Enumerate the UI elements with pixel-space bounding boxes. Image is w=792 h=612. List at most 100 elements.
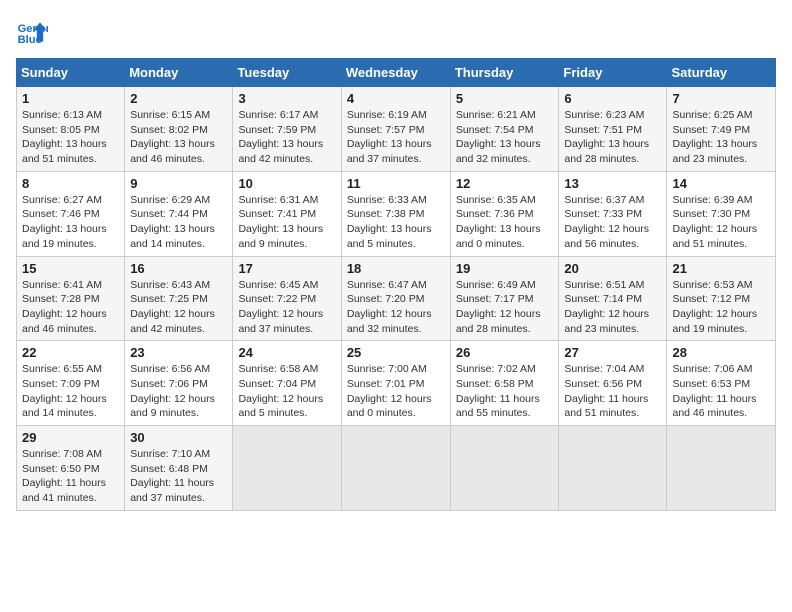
day-number: 9 — [130, 176, 227, 191]
day-info: Sunrise: 6:19 AM Sunset: 7:57 PM Dayligh… — [347, 108, 445, 167]
calendar-cell: 24 Sunrise: 6:58 AM Sunset: 7:04 PM Dayli… — [233, 341, 341, 426]
day-number: 29 — [22, 430, 119, 445]
day-number: 2 — [130, 91, 227, 106]
day-info: Sunrise: 6:49 AM Sunset: 7:17 PM Dayligh… — [456, 278, 554, 337]
day-info: Sunrise: 6:55 AM Sunset: 7:09 PM Dayligh… — [22, 362, 119, 421]
calendar-table: SundayMondayTuesdayWednesdayThursdayFrid… — [16, 58, 776, 511]
calendar-cell: 10 Sunrise: 6:31 AM Sunset: 7:41 PM Dayli… — [233, 171, 341, 256]
calendar-cell: 15 Sunrise: 6:41 AM Sunset: 7:28 PM Dayli… — [17, 256, 125, 341]
calendar-cell: 13 Sunrise: 6:37 AM Sunset: 7:33 PM Dayli… — [559, 171, 667, 256]
calendar-cell: 6 Sunrise: 6:23 AM Sunset: 7:51 PM Daylig… — [559, 87, 667, 172]
day-number: 3 — [238, 91, 335, 106]
day-number: 10 — [238, 176, 335, 191]
day-info: Sunrise: 7:10 AM Sunset: 6:48 PM Dayligh… — [130, 447, 227, 506]
calendar-cell: 5 Sunrise: 6:21 AM Sunset: 7:54 PM Daylig… — [450, 87, 559, 172]
weekday-thursday: Thursday — [450, 59, 559, 87]
week-row-5: 29Sunrise: 7:08 AM Sunset: 6:50 PM Dayli… — [17, 426, 776, 511]
week-row-3: 15 Sunrise: 6:41 AM Sunset: 7:28 PM Dayli… — [17, 256, 776, 341]
calendar-cell: 3 Sunrise: 6:17 AM Sunset: 7:59 PM Daylig… — [233, 87, 341, 172]
calendar-cell — [559, 426, 667, 511]
calendar-cell: 30 Sunrise: 7:10 AM Sunset: 6:48 PM Dayli… — [125, 426, 233, 511]
day-info: Sunrise: 6:56 AM Sunset: 7:06 PM Dayligh… — [130, 362, 227, 421]
calendar-cell: 4Sunrise: 6:19 AM Sunset: 7:57 PM Daylig… — [341, 87, 450, 172]
calendar-cell: 20 Sunrise: 6:51 AM Sunset: 7:14 PM Dayli… — [559, 256, 667, 341]
day-info: Sunrise: 6:53 AM Sunset: 7:12 PM Dayligh… — [672, 278, 770, 337]
calendar-container: General Blue SundayMondayTuesdayWednesda… — [0, 0, 792, 519]
calendar-cell: 9Sunrise: 6:29 AM Sunset: 7:44 PM Daylig… — [125, 171, 233, 256]
day-number: 6 — [564, 91, 661, 106]
calendar-cell — [341, 426, 450, 511]
day-number: 15 — [22, 261, 119, 276]
calendar-cell: 21Sunrise: 6:53 AM Sunset: 7:12 PM Dayli… — [667, 256, 776, 341]
day-info: Sunrise: 6:23 AM Sunset: 7:51 PM Dayligh… — [564, 108, 661, 167]
day-info: Sunrise: 6:45 AM Sunset: 7:22 PM Dayligh… — [238, 278, 335, 337]
calendar-cell: 22 Sunrise: 6:55 AM Sunset: 7:09 PM Dayli… — [17, 341, 125, 426]
day-info: Sunrise: 6:47 AM Sunset: 7:20 PM Dayligh… — [347, 278, 445, 337]
day-info: Sunrise: 6:31 AM Sunset: 7:41 PM Dayligh… — [238, 193, 335, 252]
calendar-cell — [233, 426, 341, 511]
day-number: 24 — [238, 345, 335, 360]
day-info: Sunrise: 6:58 AM Sunset: 7:04 PM Dayligh… — [238, 362, 335, 421]
day-number: 20 — [564, 261, 661, 276]
day-info: Sunrise: 6:27 AM Sunset: 7:46 PM Dayligh… — [22, 193, 119, 252]
weekday-tuesday: Tuesday — [233, 59, 341, 87]
day-number: 23 — [130, 345, 227, 360]
calendar-cell: 12Sunrise: 6:35 AM Sunset: 7:36 PM Dayli… — [450, 171, 559, 256]
day-info: Sunrise: 6:51 AM Sunset: 7:14 PM Dayligh… — [564, 278, 661, 337]
day-number: 17 — [238, 261, 335, 276]
calendar-cell: 27Sunrise: 7:04 AM Sunset: 6:56 PM Dayli… — [559, 341, 667, 426]
weekday-friday: Friday — [559, 59, 667, 87]
calendar-cell: 25 Sunrise: 7:00 AM Sunset: 7:01 PM Dayli… — [341, 341, 450, 426]
calendar-cell: 18 Sunrise: 6:47 AM Sunset: 7:20 PM Dayli… — [341, 256, 450, 341]
day-info: Sunrise: 6:17 AM Sunset: 7:59 PM Dayligh… — [238, 108, 335, 167]
weekday-monday: Monday — [125, 59, 233, 87]
weekday-wednesday: Wednesday — [341, 59, 450, 87]
day-info: Sunrise: 6:15 AM Sunset: 8:02 PM Dayligh… — [130, 108, 227, 167]
calendar-cell: 28 Sunrise: 7:06 AM Sunset: 6:53 PM Dayli… — [667, 341, 776, 426]
day-number: 7 — [672, 91, 770, 106]
weekday-sunday: Sunday — [17, 59, 125, 87]
calendar-cell: 23 Sunrise: 6:56 AM Sunset: 7:06 PM Dayli… — [125, 341, 233, 426]
day-number: 18 — [347, 261, 445, 276]
day-number: 5 — [456, 91, 554, 106]
day-info: Sunrise: 6:13 AM Sunset: 8:05 PM Dayligh… — [22, 108, 119, 167]
day-info: Sunrise: 7:02 AM Sunset: 6:58 PM Dayligh… — [456, 362, 554, 421]
calendar-cell: 14 Sunrise: 6:39 AM Sunset: 7:30 PM Dayli… — [667, 171, 776, 256]
day-number: 22 — [22, 345, 119, 360]
calendar-cell: 1 Sunrise: 6:13 AM Sunset: 8:05 PM Daylig… — [17, 87, 125, 172]
day-number: 30 — [130, 430, 227, 445]
calendar-cell: 7 Sunrise: 6:25 AM Sunset: 7:49 PM Daylig… — [667, 87, 776, 172]
logo-icon: General Blue — [16, 16, 48, 48]
calendar-cell: 26Sunrise: 7:02 AM Sunset: 6:58 PM Dayli… — [450, 341, 559, 426]
calendar-cell: 17 Sunrise: 6:45 AM Sunset: 7:22 PM Dayli… — [233, 256, 341, 341]
day-info: Sunrise: 6:21 AM Sunset: 7:54 PM Dayligh… — [456, 108, 554, 167]
day-number: 16 — [130, 261, 227, 276]
logo: General Blue — [16, 16, 52, 48]
day-number: 11 — [347, 176, 445, 191]
weekday-header-row: SundayMondayTuesdayWednesdayThursdayFrid… — [17, 59, 776, 87]
day-info: Sunrise: 6:25 AM Sunset: 7:49 PM Dayligh… — [672, 108, 770, 167]
day-info: Sunrise: 7:06 AM Sunset: 6:53 PM Dayligh… — [672, 362, 770, 421]
calendar-cell: 11Sunrise: 6:33 AM Sunset: 7:38 PM Dayli… — [341, 171, 450, 256]
day-number: 28 — [672, 345, 770, 360]
week-row-2: 8 Sunrise: 6:27 AM Sunset: 7:46 PM Daylig… — [17, 171, 776, 256]
day-number: 8 — [22, 176, 119, 191]
day-number: 19 — [456, 261, 554, 276]
calendar-header: General Blue — [16, 16, 776, 48]
weekday-saturday: Saturday — [667, 59, 776, 87]
day-info: Sunrise: 7:00 AM Sunset: 7:01 PM Dayligh… — [347, 362, 445, 421]
calendar-cell — [450, 426, 559, 511]
day-info: Sunrise: 6:41 AM Sunset: 7:28 PM Dayligh… — [22, 278, 119, 337]
day-info: Sunrise: 6:37 AM Sunset: 7:33 PM Dayligh… — [564, 193, 661, 252]
calendar-cell: 16Sunrise: 6:43 AM Sunset: 7:25 PM Dayli… — [125, 256, 233, 341]
day-number: 14 — [672, 176, 770, 191]
calendar-cell: 2 Sunrise: 6:15 AM Sunset: 8:02 PM Daylig… — [125, 87, 233, 172]
day-info: Sunrise: 6:39 AM Sunset: 7:30 PM Dayligh… — [672, 193, 770, 252]
day-number: 12 — [456, 176, 554, 191]
week-row-1: 1 Sunrise: 6:13 AM Sunset: 8:05 PM Daylig… — [17, 87, 776, 172]
calendar-cell: 8 Sunrise: 6:27 AM Sunset: 7:46 PM Daylig… — [17, 171, 125, 256]
day-number: 13 — [564, 176, 661, 191]
calendar-cell: 19 Sunrise: 6:49 AM Sunset: 7:17 PM Dayli… — [450, 256, 559, 341]
day-number: 25 — [347, 345, 445, 360]
day-number: 1 — [22, 91, 119, 106]
